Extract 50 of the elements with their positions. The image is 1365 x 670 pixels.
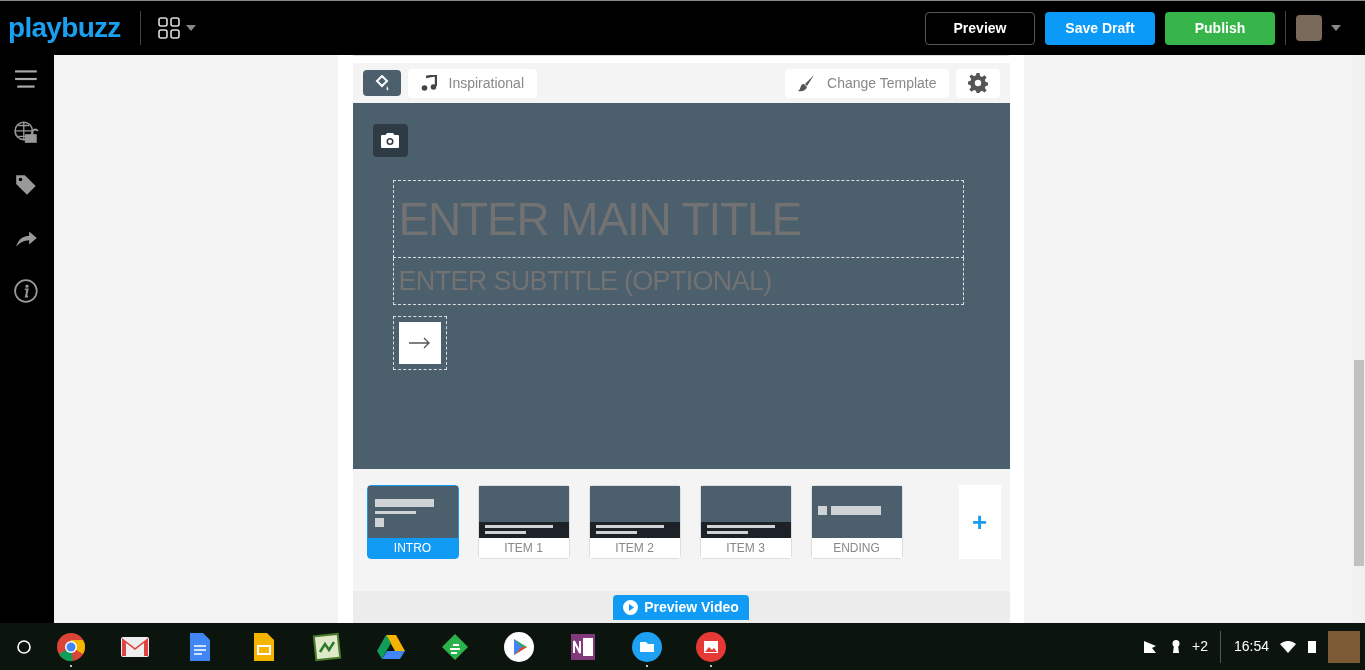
slide-thumbnail[interactable]: ITEM 3 [699, 485, 792, 559]
settings-icon [967, 73, 988, 93]
notification-icon[interactable] [1144, 640, 1156, 653]
browser-icon[interactable] [56, 632, 86, 662]
play-icon [623, 600, 639, 615]
keyhole-icon[interactable] [1172, 640, 1180, 653]
slide-label: ITEM 1 [478, 538, 569, 558]
wifi-icon[interactable] [1280, 640, 1296, 653]
notebook-icon[interactable] [568, 632, 598, 662]
image-icon[interactable] [696, 632, 726, 662]
slide-thumbnail[interactable]: INTRO [366, 485, 459, 559]
preview-video-button[interactable]: Preview Video [613, 595, 749, 620]
paint-bucket-icon [373, 75, 390, 91]
music-note-icon [420, 75, 437, 91]
info-icon[interactable] [14, 279, 40, 303]
next-button[interactable] [398, 322, 441, 364]
change-template-button[interactable]: Change Template [785, 68, 949, 98]
slide-thumbnail[interactable]: ITEM 2 [588, 485, 681, 559]
music-button[interactable]: Inspirational [407, 68, 537, 98]
arrow-right-icon [408, 337, 431, 349]
playbuzz-logo[interactable]: playbuzz [8, 14, 121, 42]
caret-icon[interactable] [1331, 25, 1341, 31]
globe-lock-icon[interactable] [14, 120, 40, 144]
launcher-icon[interactable] [17, 639, 31, 654]
user-avatar[interactable] [1328, 630, 1360, 663]
add-slide-button[interactable]: + [958, 485, 1001, 559]
play-store-icon[interactable] [504, 632, 534, 662]
drive-icon[interactable] [376, 632, 406, 662]
notification-count[interactable]: +2 [1192, 636, 1208, 657]
caret-icon[interactable] [185, 25, 196, 31]
apps-grid-icon[interactable] [157, 17, 180, 39]
slide-label: INTRO [367, 538, 458, 558]
header-button[interactable]: Preview [925, 11, 1035, 45]
battery-icon[interactable] [1308, 640, 1316, 653]
slide-label: ITEM 3 [700, 538, 791, 558]
folder-icon[interactable] [632, 632, 662, 662]
chart-sheet-icon[interactable] [312, 632, 342, 662]
slide-label: ENDING [811, 538, 902, 558]
slide-label: ITEM 2 [589, 538, 680, 558]
menu-icon[interactable] [14, 67, 40, 91]
settings-button[interactable] [955, 68, 1000, 98]
slide-thumbnail[interactable]: ENDING [810, 485, 903, 559]
camera-button[interactable] [372, 124, 408, 157]
fill-color-button[interactable] [362, 70, 401, 96]
header-button[interactable]: Publish [1165, 11, 1275, 45]
camera-icon [381, 133, 399, 148]
feed-icon[interactable] [440, 632, 470, 662]
header-button[interactable]: Save Draft [1045, 11, 1155, 45]
slide-thumbnail[interactable]: ITEM 1 [477, 485, 570, 559]
clock[interactable]: 16:54 [1233, 636, 1269, 657]
